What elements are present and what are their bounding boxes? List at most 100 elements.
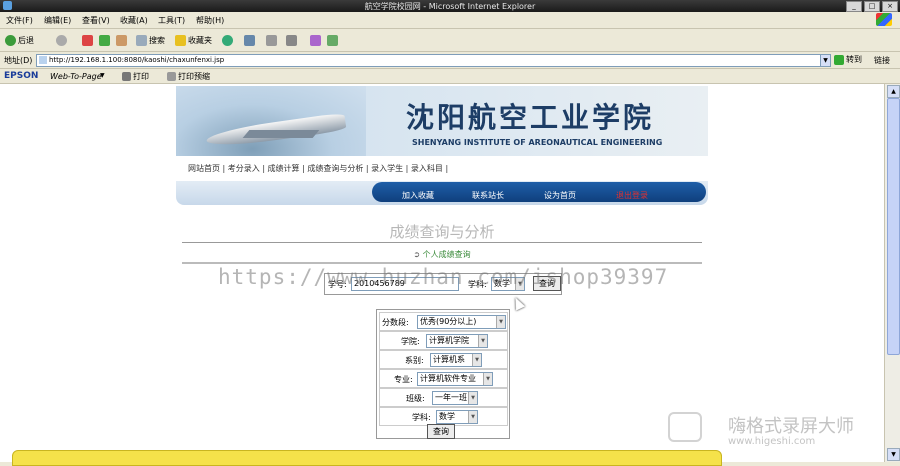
filter-row-college: 学院: 计算机学院 ▼ [379, 331, 508, 350]
refresh-button[interactable] [99, 35, 110, 46]
menu-edit[interactable]: 编辑(E) [44, 15, 71, 26]
yellow-panel [12, 450, 722, 466]
divider [182, 242, 702, 243]
score-range-select[interactable]: 优秀(90分以上) ▼ [417, 315, 506, 329]
blue-nav-bar: 加入收藏 联系站长 设为首页 退出登录 [176, 181, 708, 205]
filter-row-class: 班级: 一年一班 ▼ [379, 388, 508, 407]
add-favorite-link[interactable]: 加入收藏 [402, 190, 434, 201]
chevron-down-icon: ▼ [468, 392, 477, 404]
airplane-wing [242, 130, 320, 138]
favorites-button[interactable]: 收藏夹 [175, 35, 212, 46]
set-homepage-link[interactable]: 设为首页 [544, 190, 576, 201]
go-label: 转到 [846, 55, 862, 64]
back-arrow-icon [5, 35, 16, 46]
chevron-down-icon: ▼ [472, 354, 481, 366]
scroll-up-icon[interactable]: ▲ [887, 85, 900, 98]
links-bar: EPSON Web-To-Page ▼ 打印 打印预缩 [0, 69, 900, 84]
chevron-down-icon: ▼ [483, 373, 492, 385]
school-name-cn: 沈阳航空工业学院 [406, 101, 655, 134]
back-label: 后退 [18, 36, 34, 45]
bullet-icon: ➲ [413, 250, 421, 259]
scroll-thumb[interactable] [887, 98, 900, 355]
media-button[interactable] [222, 35, 233, 46]
menu-help[interactable]: 帮助(H) [196, 15, 224, 26]
web-to-page-button[interactable]: Web-To-Page [50, 72, 102, 81]
dept-value: 计算机系 [433, 355, 465, 364]
filter-row-major: 专业: 计算机软件专业 ▼ [379, 369, 508, 388]
forward-button[interactable] [56, 35, 67, 46]
filter-subject-label: 学科: [412, 413, 431, 422]
menu-view[interactable]: 查看(V) [82, 15, 110, 26]
major-select[interactable]: 计算机软件专业 ▼ [417, 372, 493, 386]
batch-filter-form: 分数段: 优秀(90分以上) ▼ 学院: 计算机学院 ▼ 系别: 计算机系 ▼ 专业:… [376, 309, 510, 439]
print-button[interactable]: 打印 [122, 71, 149, 82]
print-preview-label: 打印预缩 [178, 72, 210, 81]
close-button[interactable]: × [882, 1, 898, 12]
menu-file[interactable]: 文件(F) [6, 15, 33, 26]
college-value: 计算机学院 [429, 336, 469, 345]
menu-favorites[interactable]: 收藏(A) [120, 15, 148, 26]
toolbar: 后退 搜索 收藏夹 [0, 29, 900, 52]
chevron-down-icon: ▼ [478, 335, 487, 347]
recorder-watermark: 嗨格式录屏大师 [728, 416, 854, 437]
site-nav[interactable]: 网站首页 | 考分录入 | 成绩计算 | 成绩查询与分析 | 录入学生 | 录入… [188, 163, 448, 174]
class-value: 一年一班 [435, 393, 467, 402]
page-viewport: 沈阳航空工业学院 SHENYANG INSTITUTE OF AREONAUTI… [0, 84, 884, 462]
page-icon [39, 56, 47, 64]
media-icon [222, 35, 233, 46]
menu-bar: 文件(F) 编辑(E) 查看(V) 收藏(A) 工具(T) 帮助(H) [0, 12, 900, 29]
address-input[interactable]: http://192.168.1.100:8080/kaoshi/chaxunf… [36, 54, 830, 67]
address-dropdown-button[interactable]: ▼ [820, 54, 831, 67]
major-label: 专业: [394, 375, 413, 384]
recorder-url-watermark: www.higeshi.com [728, 436, 816, 447]
menu-tools[interactable]: 工具(T) [158, 15, 185, 26]
search-button[interactable]: 搜索 [136, 35, 165, 46]
star-icon [175, 35, 186, 46]
filter-row-dept: 系别: 计算机系 ▼ [379, 350, 508, 369]
refresh-icon [99, 35, 110, 46]
divider [182, 262, 702, 264]
mail-button[interactable] [266, 35, 277, 46]
score-range-value: 优秀(90分以上) [420, 317, 477, 326]
dept-select[interactable]: 计算机系 ▼ [430, 353, 482, 367]
score-range-label: 分数段: [382, 318, 409, 327]
personal-score-label: 个人成绩查询 [422, 250, 471, 259]
window-titlebar: 航空学院校园网 - Microsoft Internet Explorer _ … [0, 0, 900, 12]
stop-icon [82, 35, 93, 46]
discuss-button[interactable] [327, 35, 338, 46]
filter-subject-value: 数学 [439, 412, 455, 421]
go-arrow-icon [834, 54, 844, 65]
class-select[interactable]: 一年一班 ▼ [432, 391, 478, 405]
history-button[interactable] [244, 35, 255, 46]
college-select[interactable]: 计算机学院 ▼ [426, 334, 488, 348]
chevron-down-icon: ▼ [496, 316, 505, 328]
filter-subject-select[interactable]: 数学 ▼ [436, 410, 478, 424]
filter-row-score: 分数段: 优秀(90分以上) ▼ [379, 312, 508, 331]
web-to-page-dropdown-icon[interactable]: ▼ [100, 72, 105, 79]
logout-link[interactable]: 退出登录 [616, 190, 648, 201]
mail-icon [266, 35, 277, 46]
address-label: 地址(D) [4, 56, 33, 65]
print-preview-icon [167, 72, 176, 81]
epson-logo: EPSON [4, 71, 39, 81]
class-label: 班级: [406, 394, 425, 403]
personal-score-link[interactable]: ➲ 个人成绩查询 [176, 249, 708, 260]
contact-admin-link[interactable]: 联系站长 [472, 190, 504, 201]
vertical-scrollbar[interactable]: ▲ ▼ [884, 84, 900, 462]
filter-query-button[interactable]: 查询 [427, 424, 455, 439]
scroll-down-icon[interactable]: ▼ [887, 448, 900, 461]
edit-icon [310, 35, 321, 46]
print-icon [122, 72, 131, 81]
minimize-button[interactable]: _ [846, 1, 862, 12]
maximize-button[interactable]: □ [864, 1, 880, 12]
search-label: 搜索 [149, 36, 165, 45]
go-button[interactable]: 转到 [834, 54, 862, 65]
print-preview-button[interactable]: 打印预缩 [167, 71, 210, 82]
home-button[interactable] [116, 35, 127, 46]
print-toolbar-button[interactable] [286, 35, 297, 46]
back-button[interactable]: 后退 [5, 35, 34, 46]
site-banner: 沈阳航空工业学院 SHENYANG INSTITUTE OF AREONAUTI… [176, 86, 708, 156]
stop-button[interactable] [82, 35, 93, 46]
links-button[interactable]: 链接 [874, 55, 890, 66]
edit-button[interactable] [310, 35, 321, 46]
